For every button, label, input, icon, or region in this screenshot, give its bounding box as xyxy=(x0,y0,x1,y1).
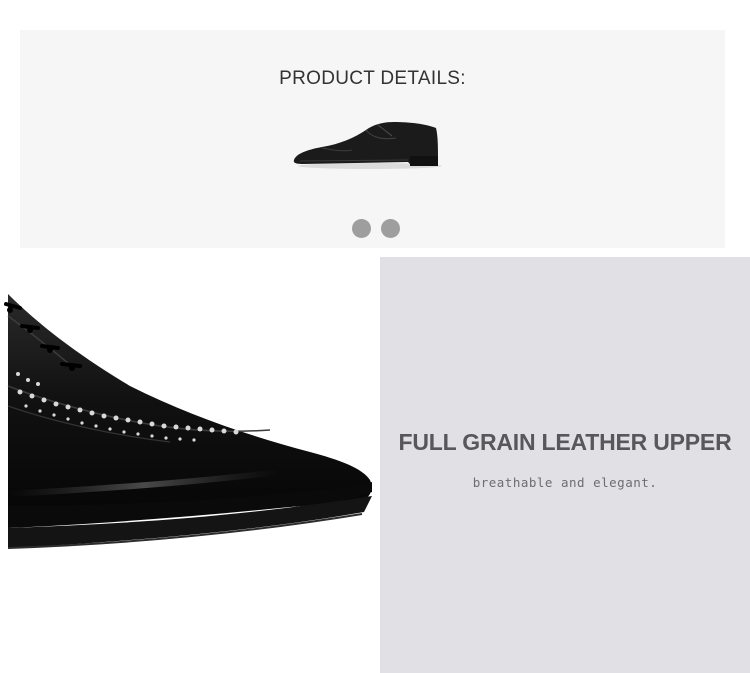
feature-subtitle: breathable and elegant. xyxy=(472,475,658,490)
oxford-shoe-image xyxy=(293,122,442,169)
carousel-dot-2[interactable] xyxy=(381,219,400,238)
detail-image-panel xyxy=(0,256,378,673)
feature-title: FULL GRAIN LEATHER UPPER xyxy=(398,429,732,455)
product-banner: PRODUCT DETAILS: xyxy=(20,30,725,248)
product-details-page: PRODUCT DETAILS: FULL GRAIN LEATHER UPPE… xyxy=(0,0,750,673)
brogue-shoe-image xyxy=(4,294,372,549)
carousel-dot-1[interactable] xyxy=(352,219,371,238)
carousel-dots xyxy=(352,219,400,238)
feature-panel: FULL GRAIN LEATHER UPPER breathable and … xyxy=(380,257,750,673)
banner-title: PRODUCT DETAILS: xyxy=(279,68,466,89)
